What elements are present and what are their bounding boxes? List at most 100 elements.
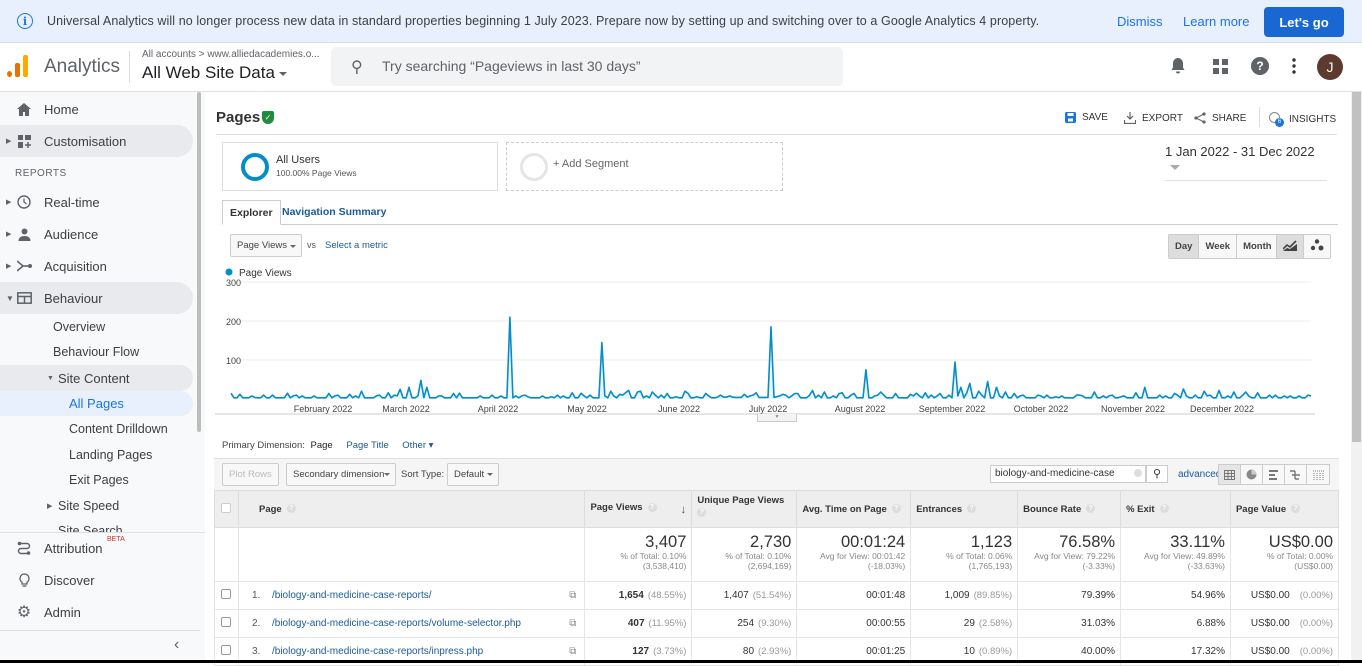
column-header-page-value[interactable]: Page Value? (1229, 490, 1340, 528)
sidebar-item-attribution[interactable]: Attribution BETA (0, 532, 193, 564)
week-button[interactable]: Week (1199, 235, 1238, 258)
data-view-button[interactable] (1219, 465, 1241, 484)
help-icon[interactable]: ? (1251, 57, 1269, 75)
scrollbar-thumb[interactable] (1352, 92, 1361, 442)
open-page-icon[interactable]: ⧉ (569, 590, 576, 601)
sidebar-item-site-content[interactable]: ▼ Site Content (0, 365, 193, 391)
page-link[interactable]: /biology-and-medicine-case-reports/ (272, 590, 432, 601)
expand-arrow-icon: ▶ (6, 138, 12, 145)
sidebar-item-site-speed[interactable]: Site Speed (58, 499, 119, 513)
segment-ring-icon (241, 153, 269, 181)
row-checkbox[interactable] (221, 645, 232, 655)
bell-icon[interactable] (1171, 57, 1185, 75)
column-header-bounce-rate[interactable]: Bounce Rate? (1017, 490, 1122, 528)
sidebar-item-behaviour[interactable]: ▼ Behaviour (0, 282, 193, 314)
sidebar-item-all-pages[interactable]: All Pages (0, 391, 193, 416)
add-segment-button[interactable]: + Add Segment (506, 142, 783, 191)
help-icon[interactable]: ? (647, 502, 657, 512)
apps-grid-icon[interactable] (1213, 59, 1228, 74)
secondary-dimension-select[interactable]: Secondary dimension (286, 463, 396, 486)
sidebar-item-behaviour-flow[interactable]: Behaviour Flow (53, 345, 139, 359)
dimension-other[interactable]: Other ▾ (402, 440, 433, 451)
collapse-sidebar-icon[interactable]: ‹ (174, 636, 179, 654)
lets-go-button[interactable]: Let's go (1264, 7, 1344, 37)
column-header-page[interactable]: Page? (237, 490, 586, 528)
dismiss-button[interactable]: Dismiss (1117, 14, 1163, 29)
motion-chart-button[interactable] (1304, 235, 1330, 258)
learn-more-link[interactable]: Learn more (1183, 14, 1249, 29)
pivot-view-button[interactable] (1307, 465, 1329, 484)
segment-all-users[interactable]: All Users 100.00% Page Views (222, 142, 498, 191)
column-header-entrances[interactable]: Entrances? (910, 490, 1019, 528)
open-page-icon[interactable]: ⧉ (569, 646, 576, 657)
date-range-picker[interactable]: 1 Jan 2022 - 31 Dec 2022 (1165, 144, 1327, 181)
column-header-avg-time[interactable]: Avg. Time on Page? (796, 490, 912, 528)
sidebar-item-exit-pages[interactable]: Exit Pages (69, 473, 129, 487)
performance-view-button[interactable] (1263, 465, 1285, 484)
total-page-value: US$0.00% of Total: 0.00% (US$0.00) (1229, 527, 1340, 582)
insights-button[interactable]: 6 INSIGHTS (1269, 112, 1336, 127)
sort-type-select[interactable]: Default (447, 463, 499, 486)
sidebar-item-audience[interactable]: ▶ Audience (0, 218, 193, 250)
help-icon[interactable]: ? (286, 504, 296, 514)
help-icon[interactable]: ? (1159, 504, 1169, 514)
row-checkbox[interactable] (221, 589, 232, 599)
x-tick-label: August 2022 (835, 404, 886, 414)
line-chart-button[interactable] (1277, 235, 1304, 258)
segment-name: All Users (276, 154, 321, 166)
chart-resize-handle[interactable]: ▼ (757, 414, 797, 422)
percentage-view-button[interactable] (1241, 465, 1263, 484)
sort-type-label: Sort Type: (401, 469, 445, 480)
sidebar-item-overview[interactable]: Overview (53, 320, 105, 334)
filter-search-button[interactable]: ⚲ (1146, 465, 1168, 483)
select-all-checkbox[interactable] (221, 502, 232, 513)
page-link[interactable]: /biology-and-medicine-case-reports/inpre… (272, 646, 483, 657)
metric-select[interactable]: Page Views (230, 234, 302, 257)
sidebar-item-site-search[interactable]: Site Search (58, 524, 123, 532)
month-button[interactable]: Month (1237, 235, 1278, 258)
clear-filter-icon[interactable] (1134, 469, 1142, 477)
save-button[interactable]: SAVE (1065, 112, 1108, 123)
sidebar-item-discover[interactable]: Discover (0, 564, 193, 596)
sidebar-item-customisation[interactable]: ▶ Customisation (0, 125, 193, 157)
column-header-page-views[interactable]: Page Views? ↓ (584, 490, 693, 528)
avatar[interactable]: J (1317, 54, 1343, 80)
column-header-exit[interactable]: % Exit? (1120, 490, 1231, 528)
tab-explorer[interactable]: Explorer (222, 200, 281, 225)
sidebar-item-home[interactable]: Home (0, 93, 193, 125)
dimension-page[interactable]: Page (311, 440, 333, 451)
comparison-view-button[interactable] (1285, 465, 1307, 484)
sidebar-scrollbar[interactable] (197, 92, 201, 432)
page-scrollbar[interactable] (1351, 92, 1362, 663)
column-header-unique-page-views[interactable]: Unique Page Views? (691, 490, 798, 528)
table-filter-input[interactable]: biology-and-medicine-case (990, 465, 1146, 483)
share-button[interactable]: SHARE (1194, 112, 1246, 124)
help-icon[interactable]: ? (891, 504, 901, 514)
help-icon[interactable]: ? (697, 508, 707, 517)
property-selector[interactable]: All Web Site Data (142, 63, 287, 83)
day-button[interactable]: Day (1169, 235, 1200, 258)
help-icon[interactable]: ? (967, 504, 977, 514)
more-vert-icon[interactable] (1292, 58, 1296, 74)
account-breadcrumb[interactable]: All accounts > www.alliedacademies.o... (142, 49, 320, 60)
sidebar-item-realtime[interactable]: ▶ Real-time (0, 186, 193, 218)
sidebar-label: Real-time (44, 194, 100, 210)
page-link[interactable]: /biology-and-medicine-case-reports/volum… (272, 618, 521, 629)
export-button[interactable]: EXPORT (1124, 112, 1183, 124)
select-metric-link[interactable]: Select a metric (325, 240, 388, 251)
row-checkbox[interactable] (221, 617, 232, 627)
sidebar-item-acquisition[interactable]: ▶ Acquisition (0, 250, 193, 282)
search-input[interactable]: ⚲ Try searching “Pageviews in last 30 da… (331, 47, 843, 86)
open-page-icon[interactable]: ⧉ (569, 618, 576, 629)
save-icon (1065, 112, 1076, 123)
advanced-filter-link[interactable]: advanced (1178, 469, 1221, 480)
tab-navigation-summary[interactable]: Navigation Summary (275, 200, 393, 225)
dimension-page-title[interactable]: Page Title (346, 440, 388, 451)
sidebar-item-admin[interactable]: ⚙ Admin (0, 596, 193, 628)
plot-rows-button[interactable]: Plot Rows (222, 463, 279, 486)
sidebar-item-content-drilldown[interactable]: Content Drilldown (69, 422, 168, 436)
bounce-rate-cell: 79.39% (1017, 581, 1122, 610)
sidebar-item-landing-pages[interactable]: Landing Pages (69, 448, 152, 462)
help-icon[interactable]: ? (1291, 504, 1301, 514)
help-icon[interactable]: ? (1086, 504, 1096, 514)
